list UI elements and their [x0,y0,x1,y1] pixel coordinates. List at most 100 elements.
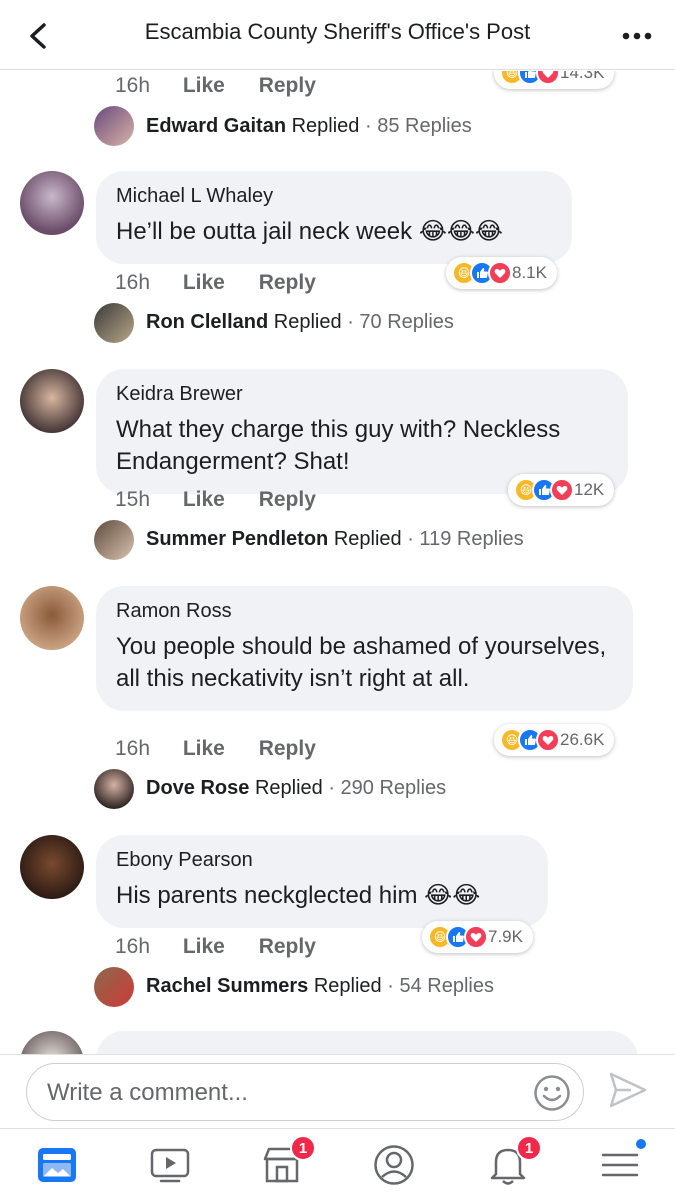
replier-name: Ron Clelland [146,311,269,333]
comment-meta: 16h Like Reply [115,271,316,295]
comment-meta: 16h Like Reply [115,935,316,959]
reaction-summary[interactable]: 😆 14.3K [494,71,615,89]
like-button[interactable]: Like [183,737,253,761]
avatar[interactable] [94,106,134,146]
reaction-count: 26.6K [560,730,605,749]
tab-notifications[interactable]: 1 [486,1135,542,1187]
replies-link[interactable]: Summer Pendleton Replied · 119 Replies [146,528,524,551]
reaction-summary[interactable]: 😆 26.6K [494,724,615,756]
comment-input-placeholder: Write a comment... [47,1079,248,1106]
news-feed-icon [38,1148,76,1182]
marketplace-badge: 1 [290,1135,316,1161]
replied-label: Replied [313,975,382,997]
top-nav-bar: Escambia County Sheriff's Office's Post [0,0,675,70]
more-options-icon[interactable] [617,16,657,56]
tab-menu[interactable] [598,1137,648,1187]
replies-link[interactable]: Rachel Summers Replied · 54 Replies [146,975,494,998]
reply-button[interactable]: Reply [259,488,316,512]
replier-name: Edward Gaitan [146,115,287,137]
comment-input[interactable]: Write a comment... [26,1063,584,1121]
comment-time: 16h [115,737,151,760]
comment-time: 16h [115,935,151,958]
tab-news-feed[interactable] [35,1143,79,1187]
avatar[interactable] [94,520,134,560]
comment-author[interactable]: Keidra Brewer [116,383,608,406]
tab-watch[interactable] [148,1143,192,1187]
video-icon [150,1148,190,1183]
reply-count: · 119 Replies [407,528,524,550]
comment-text: He’ll be outta jail neck week 😂😂😂 [116,218,503,245]
page-title: Escambia County Sheriff's Office's Post [144,19,531,44]
reaction-summary[interactable]: 😆 12K [508,474,615,506]
comment-author[interactable]: Michael L Whaley [116,185,552,208]
avatar[interactable] [94,967,134,1007]
comment-meta: 16h Like Reply [115,74,316,98]
avatar[interactable] [20,586,84,650]
avatar[interactable] [94,769,134,809]
comment-time: 16h [115,271,151,294]
reply-button[interactable]: Reply [259,935,316,959]
love-reaction-icon [550,478,574,502]
replies-link[interactable]: Ron Clelland Replied · 70 Replies [146,311,454,334]
comment-text: His parents neckglected him 😂😂 [116,882,481,909]
reaction-count: 8.1K [512,263,547,282]
avatar[interactable] [20,835,84,899]
comment-text: What they charge this guy with? Neckless… [116,416,561,475]
replied-label: Replied [291,115,360,137]
comment-bubble[interactable] [96,1031,638,1054]
reply-button[interactable]: Reply [259,737,316,761]
comment-author[interactable]: Ebony Pearson [116,849,528,872]
love-reaction-icon [536,728,560,752]
comment-time: 16h [115,74,151,97]
comment-bubble[interactable]: Ramon Ross You people should be ashamed … [96,586,633,711]
tab-marketplace[interactable]: 1 [260,1135,316,1187]
love-reaction-icon [464,925,488,949]
tab-profile[interactable] [372,1143,416,1187]
notifications-badge: 1 [516,1135,542,1161]
menu-icon [601,1153,639,1177]
comment-meta: 15h Like Reply [115,488,316,512]
replied-label: Replied [254,777,323,799]
replies-link[interactable]: Dove Rose Replied · 290 Replies [146,777,446,800]
partial-comment: 16h Like Reply 😆 14.3K Edward Gaitan Rep… [0,71,675,146]
comment-meta: 16h Like Reply [115,737,316,761]
replier-name: Summer Pendleton [146,528,329,550]
avatar[interactable] [94,303,134,343]
reply-button[interactable]: Reply [259,74,316,98]
reaction-count: 7.9K [488,927,523,946]
love-reaction-icon [536,71,560,85]
comment-author[interactable]: Ramon Ross [116,600,613,623]
like-button[interactable]: Like [183,488,253,512]
comment-text: You people should be ashamed of yourselv… [116,633,607,692]
reaction-summary[interactable]: 😆 7.9K [422,921,533,953]
reply-count: · 85 Replies [364,115,472,137]
reaction-summary[interactable]: 😆 8.1K [446,257,557,289]
reaction-count: 12K [574,480,605,499]
comments-feed[interactable]: 16h Like Reply 😆 14.3K Edward Gaitan Rep… [0,71,675,1054]
menu-indicator-dot [634,1137,648,1151]
replies-link[interactable]: Edward Gaitan Replied · 85 Replies [146,115,472,138]
avatar[interactable] [20,171,84,235]
reply-count: · 70 Replies [347,311,454,333]
bottom-tab-bar: 1 1 [0,1128,675,1200]
like-button[interactable]: Like [183,271,253,295]
reply-count: · 290 Replies [328,777,447,799]
emoji-icon[interactable] [533,1074,571,1112]
love-reaction-icon [488,261,512,285]
reply-count: · 54 Replies [387,975,494,997]
replier-name: Dove Rose [146,777,250,799]
avatar[interactable] [20,369,84,433]
profile-icon [374,1145,414,1185]
send-icon[interactable] [607,1069,649,1111]
like-button[interactable]: Like [183,935,253,959]
avatar[interactable] [20,1031,84,1054]
replier-name: Rachel Summers [146,975,309,997]
comment-bubble[interactable]: Michael L Whaley He’ll be outta jail nec… [96,171,572,264]
replied-label: Replied [333,528,402,550]
comment-bubble[interactable]: Ebony Pearson His parents neckglected hi… [96,835,548,928]
reply-button[interactable]: Reply [259,271,316,295]
replied-label: Replied [273,311,342,333]
like-button[interactable]: Like [183,74,253,98]
comment-composer: Write a comment... [0,1054,675,1128]
comment-time: 15h [115,488,151,511]
